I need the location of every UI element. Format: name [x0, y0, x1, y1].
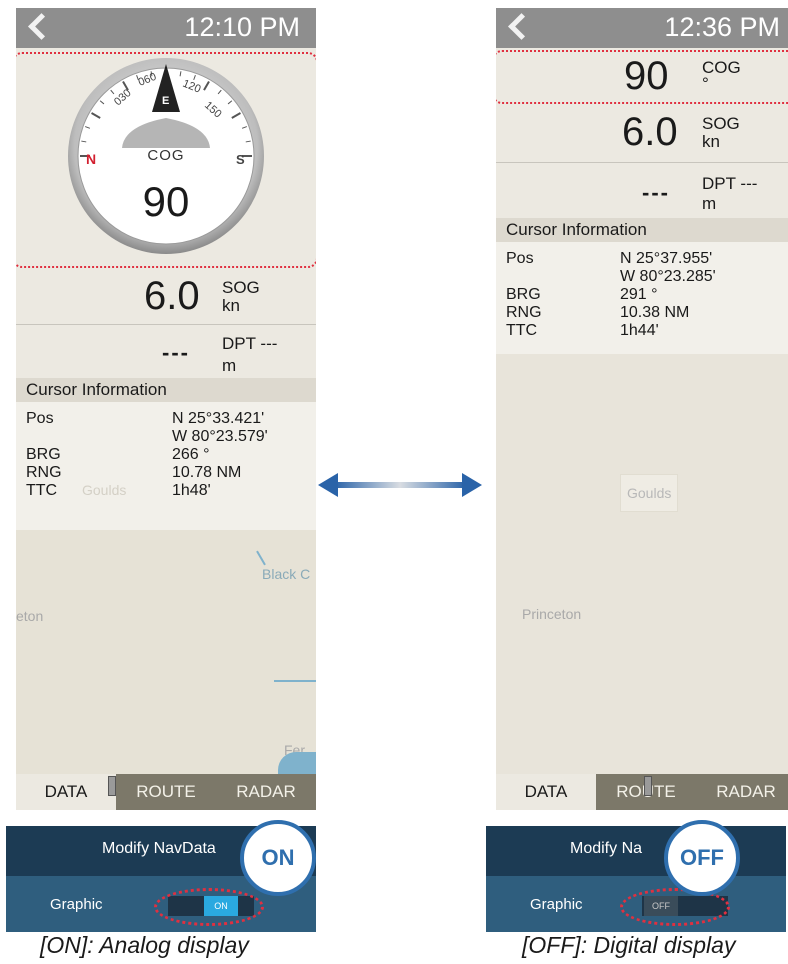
map-water [256, 550, 266, 566]
rng-label: RNG [506, 304, 542, 321]
map-label-goulds: Goulds [620, 474, 679, 512]
back-chevron-icon[interactable] [28, 13, 55, 40]
brg-value: 291 ° [620, 286, 658, 303]
right-caption: [OFF]: Digital display [522, 932, 736, 958]
pos-lon-value: W 80°23.285' [620, 268, 716, 285]
right-tab-bar: DATA ROUTE RADAR [496, 770, 788, 810]
map-label-princeton: Princeton [522, 606, 582, 622]
brg-value: 266 ° [172, 446, 210, 463]
modify-navdata-title: Modify NavData [102, 840, 216, 857]
graphic-label: Graphic [50, 896, 103, 913]
pos-label: Pos [506, 250, 534, 267]
cursor-info-header: Cursor Information [496, 218, 788, 242]
map-label-princeton: eton [16, 608, 44, 624]
ttc-label: TTC [506, 322, 538, 339]
back-chevron-icon[interactable] [508, 13, 535, 40]
sog-value: 6.0 [144, 274, 200, 318]
cursor-info-panel: Pos N 25°37.955' W 80°23.285' BRG 291 ° … [496, 242, 788, 354]
left-device-screen: 12:10 PM 030 060 120 150 E N S COG 90 6.… [16, 8, 316, 810]
dpt-label: DPT --- [222, 334, 278, 353]
graphic-label: Graphic [530, 896, 583, 913]
antenna-pin-icon [108, 776, 116, 796]
brg-label: BRG [26, 446, 61, 463]
rng-value: 10.78 NM [172, 464, 242, 481]
left-caption: [ON]: Analog display [40, 932, 249, 958]
cursor-info-panel: Pos N 25°33.421' W 80°23.579' BRG 266 ° … [16, 402, 316, 530]
antenna-pin-icon [644, 776, 652, 796]
left-clock: 12:10 PM [184, 12, 300, 42]
analog-gauge-highlight [16, 52, 316, 268]
ttc-value: 1h48' [172, 482, 211, 499]
sog-value: 6.0 [622, 110, 678, 154]
on-callout: ON [240, 820, 316, 896]
tab-radar[interactable]: RADAR [216, 774, 316, 810]
divider [496, 162, 788, 163]
pos-label: Pos [26, 410, 54, 427]
pos-lat-value: N 25°33.421' [172, 410, 265, 427]
dpt-unit: m [222, 356, 237, 375]
left-tab-bar: DATA ROUTE RADAR [16, 770, 316, 810]
tab-radar[interactable]: RADAR [696, 774, 788, 810]
chart-map[interactable]: eton Black C Fer [16, 530, 316, 810]
ttc-label: TTC [26, 482, 58, 499]
digital-cog-highlight [496, 50, 788, 104]
off-callout: OFF [664, 820, 740, 896]
right-clock: 12:36 PM [664, 12, 780, 42]
map-water [274, 680, 316, 682]
double-arrow-icon [318, 473, 482, 497]
sog-unit: kn [222, 296, 240, 315]
dpt-value: --- [162, 340, 190, 365]
divider [16, 324, 316, 325]
chart-map[interactable]: Goulds Princeton [496, 354, 788, 810]
tab-route[interactable]: ROUTE [116, 774, 216, 810]
pos-lon-value: W 80°23.579' [172, 428, 268, 445]
right-header-bar: 12:36 PM [496, 8, 788, 48]
tab-data[interactable]: DATA [16, 774, 116, 810]
modify-navdata-title: Modify Na [570, 840, 643, 857]
sog-label: SOG [222, 278, 260, 297]
dpt-label: DPT --- [702, 174, 758, 193]
sog-label: SOG [702, 114, 740, 133]
map-label-goulds: Goulds [82, 482, 127, 498]
map-label-black-creek: Black C [262, 566, 311, 582]
left-header-bar: 12:10 PM [16, 8, 316, 48]
dpt-unit: m [702, 194, 717, 213]
right-device-screen: 12:36 PM 90 COG ° 6.0 SOG kn --- DPT ---… [496, 8, 788, 810]
graphic-toggle-highlight [154, 888, 264, 926]
pos-lat-value: N 25°37.955' [620, 250, 713, 267]
ttc-value: 1h44' [620, 322, 659, 339]
sog-unit: kn [702, 132, 720, 151]
rng-value: 10.38 NM [620, 304, 690, 321]
brg-label: BRG [506, 286, 541, 303]
rng-label: RNG [26, 464, 62, 481]
tab-data[interactable]: DATA [496, 774, 596, 810]
cursor-info-header: Cursor Information [16, 378, 316, 402]
dpt-value: --- [642, 180, 670, 205]
